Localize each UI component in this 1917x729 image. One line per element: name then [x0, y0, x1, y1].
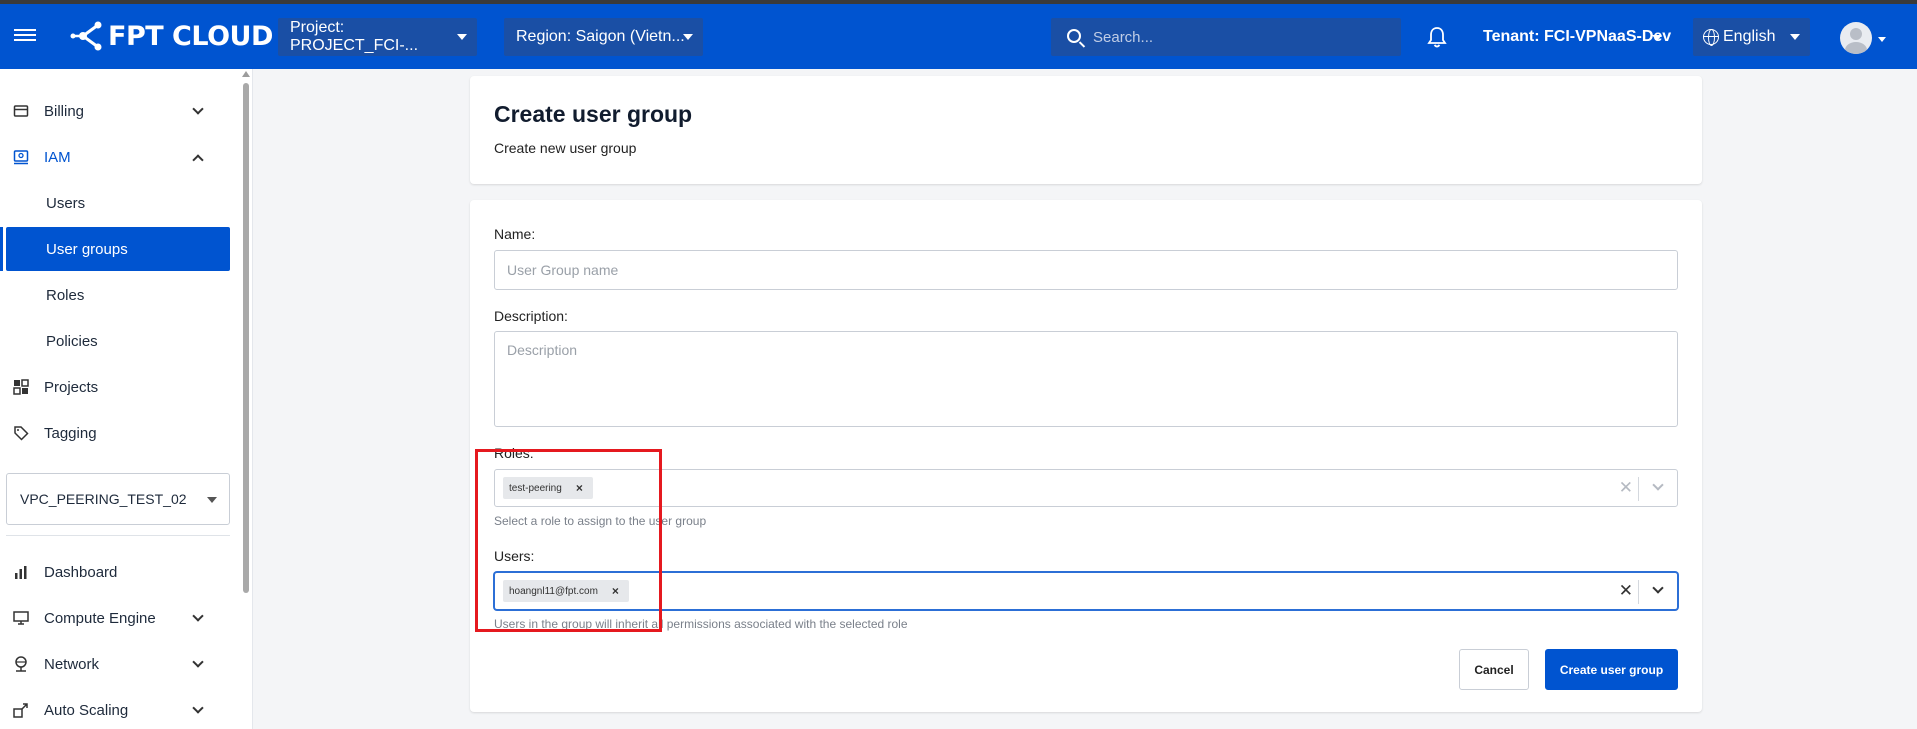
network-logo-icon [70, 21, 102, 51]
chevron-down-icon [192, 103, 204, 115]
caret-down-icon [457, 34, 467, 40]
project-dropdown-label: Project: PROJECT_FCI-... [290, 19, 419, 54]
cancel-button[interactable]: Cancel [1459, 649, 1529, 690]
caret-down-icon[interactable] [1878, 37, 1886, 42]
iam-icon [13, 150, 29, 165]
active-indicator [0, 227, 3, 271]
sidebar-item-users[interactable]: Users [0, 181, 236, 225]
brand-logo[interactable]: FPT CLOUD [70, 18, 273, 54]
sidebar-scrollbar[interactable] [240, 69, 252, 729]
sidebar-item-user-groups[interactable]: User groups [6, 227, 230, 271]
tag-icon [14, 426, 29, 441]
sidebar-item-compute-engine[interactable]: Compute Engine [0, 596, 236, 640]
language-dropdown[interactable]: English [1693, 18, 1810, 56]
project-dropdown[interactable]: Project: PROJECT_FCI-... [278, 18, 477, 56]
sidebar-item-label: IAM [44, 148, 71, 166]
chevron-up-icon [192, 154, 204, 166]
sidebar-item-label: Policies [46, 332, 98, 350]
caret-down-icon [1790, 34, 1800, 40]
sidebar-item-auto-scaling[interactable]: Auto Scaling [0, 688, 236, 729]
users-multiselect[interactable]: hoangnl11@fpt.com × ✕ [494, 572, 1678, 610]
sidebar-item-label: User groups [46, 240, 128, 258]
search-box[interactable] [1051, 18, 1401, 56]
sidebar-item-projects[interactable]: Projects [0, 365, 236, 409]
auto-scaling-icon [13, 703, 28, 718]
scroll-up-arrow-icon[interactable] [242, 71, 250, 77]
description-label: Description: [494, 308, 568, 324]
sidebar-item-label: Projects [44, 378, 99, 396]
project-selector[interactable]: VPC_PEERING_TEST_02 [6, 473, 230, 525]
search-input[interactable] [1093, 28, 1383, 46]
caret-down-icon[interactable] [1652, 35, 1662, 41]
sidebar-item-label: Billing [44, 102, 85, 120]
page-header-card: Create user group Create new user group [470, 76, 1702, 184]
description-input[interactable] [494, 331, 1678, 427]
billing-icon [13, 105, 29, 117]
search-icon [1067, 29, 1081, 43]
caret-down-icon [207, 497, 217, 503]
chevron-down-icon [192, 656, 204, 668]
language-label: English [1723, 28, 1776, 45]
clear-icon[interactable]: ✕ [1619, 478, 1633, 498]
projects-icon [13, 379, 29, 395]
sidebar-item-label: Network [44, 655, 100, 673]
sidebar-item-billing[interactable]: Billing [0, 89, 236, 133]
sidebar-item-tagging[interactable]: Tagging [0, 411, 236, 455]
project-selector-label: VPC_PEERING_TEST_02 [20, 491, 187, 507]
tenant-selector[interactable]: Tenant: FCI-VPNaaS-Dev [1483, 28, 1671, 46]
monitor-icon [13, 611, 29, 625]
network-icon [15, 656, 27, 672]
brand-name: FPT CLOUD [108, 20, 273, 52]
page-subtitle: Create new user group [494, 140, 637, 156]
sidebar-item-label: Tagging [44, 424, 97, 442]
sidebar-item-label: Auto Scaling [44, 701, 129, 719]
scrollbar-thumb[interactable] [243, 83, 249, 593]
sidebar-item-roles[interactable]: Roles [0, 273, 236, 317]
chevron-down-icon [192, 702, 204, 714]
avatar[interactable] [1840, 22, 1872, 54]
clear-icon[interactable]: ✕ [1619, 581, 1633, 601]
select-separator [1638, 477, 1639, 501]
annotation-highlight-box [475, 449, 662, 632]
region-dropdown[interactable]: Region: Saigon (Vietn... [504, 18, 703, 56]
sidebar-item-label: Users [46, 194, 86, 212]
select-separator [1638, 580, 1639, 604]
name-label: Name: [494, 226, 536, 242]
chevron-down-icon[interactable] [1652, 582, 1664, 594]
sidebar-item-label: Roles [46, 286, 85, 304]
name-input[interactable] [494, 250, 1678, 290]
sidebar: Billing IAM Users User groups Roles Poli… [0, 69, 253, 729]
dashboard-icon [15, 566, 27, 579]
sidebar-item-policies[interactable]: Policies [0, 319, 236, 363]
caret-down-icon [683, 34, 693, 40]
chevron-down-icon [192, 610, 204, 622]
sidebar-item-dashboard[interactable]: Dashboard [0, 550, 236, 594]
chevron-down-icon[interactable] [1652, 479, 1664, 491]
sidebar-divider [6, 535, 230, 536]
create-user-group-button[interactable]: Create user group [1545, 649, 1678, 690]
roles-multiselect[interactable]: test-peering × ✕ [494, 469, 1678, 507]
top-header: FPT CLOUD Project: PROJECT_FCI-... Regio… [0, 4, 1917, 69]
sidebar-item-network[interactable]: Network [0, 642, 236, 686]
menu-icon[interactable] [14, 26, 36, 46]
globe-icon [1703, 29, 1719, 46]
sidebar-item-iam[interactable]: IAM [0, 135, 236, 179]
sidebar-item-label: Dashboard [44, 563, 118, 581]
page-title: Create user group [494, 101, 693, 127]
bell-icon[interactable] [1427, 26, 1447, 48]
region-dropdown-label: Region: Saigon (Vietn... [516, 28, 685, 45]
sidebar-item-label: Compute Engine [44, 609, 156, 627]
